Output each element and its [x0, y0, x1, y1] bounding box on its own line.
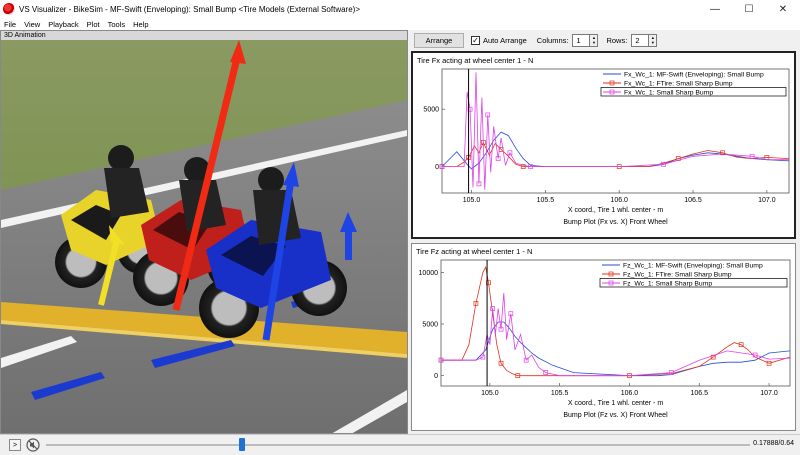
- menu-view[interactable]: View: [24, 20, 40, 29]
- menu-tools[interactable]: Tools: [108, 20, 126, 29]
- animation-scene[interactable]: [1, 40, 407, 434]
- fz-y-tick-label: 0: [434, 373, 438, 380]
- columns-label: Columns:: [536, 35, 569, 45]
- menu-plot[interactable]: Plot: [87, 20, 100, 29]
- menu-help[interactable]: Help: [133, 20, 148, 29]
- auto-arrange-checkbox[interactable]: ✓: [471, 35, 480, 45]
- fz-legend-entry-2[interactable]: Fz_Wc_1: FTire: Small Sharp Bump: [623, 272, 732, 279]
- fx-legend-entry-2[interactable]: Fx_Wc_1: FTire: Small Sharp Bump: [624, 81, 733, 88]
- fx-y-tick-label: 0: [435, 164, 439, 171]
- play-button[interactable]: >: [9, 439, 21, 451]
- columns-spinner[interactable]: 1 ▲ ▼: [572, 33, 599, 47]
- fx-plot-panel[interactable]: Tire Fx acting at wheel center 1 - N 105…: [411, 51, 796, 239]
- playback-slider-thumb[interactable]: [239, 438, 246, 451]
- animation-pane[interactable]: 3D Animation: [0, 30, 408, 434]
- fx-x-tick-label: 105.5: [537, 197, 555, 204]
- rows-spinner[interactable]: 2 ▲ ▼: [631, 33, 658, 47]
- window-title: VS Visualizer - BikeSim - MF-Swift (Enve…: [19, 4, 360, 14]
- columns-spin-arrows-icon[interactable]: ▲ ▼: [589, 33, 599, 47]
- fz-plot-area[interactable]: [440, 259, 791, 387]
- fx-x-tick-label: 107.0: [758, 197, 776, 204]
- fz-x-tick-label: 105.0: [481, 390, 499, 397]
- app-window: VS Visualizer - BikeSim - MF-Swift (Enve…: [0, 0, 800, 455]
- fx-x-axis-label: X coord., Tire 1 whl. center - m: [568, 207, 663, 214]
- fx-y-tick-label: 5000: [423, 107, 439, 114]
- auto-arrange-label: Auto Arrange: [483, 35, 527, 45]
- fz-x-tick-label: 105.5: [551, 390, 569, 397]
- rows-value: 2: [635, 35, 640, 45]
- plot-toolbar: Arrange ✓ Auto Arrange Columns: 1 ▲ ▼ Rows…: [411, 31, 800, 49]
- columns-value: 1: [576, 35, 581, 45]
- fx-legend-entry-1[interactable]: Fx_Wc_1: MF-Swift (Enveloping): Small Bu…: [624, 72, 764, 79]
- title-bar: VS Visualizer - BikeSim - MF-Swift (Enve…: [0, 0, 800, 18]
- fx-legend-entry-3[interactable]: Fx_Wc_1: Small Sharp Bump: [624, 90, 713, 97]
- fz-legend-entry-1[interactable]: Fz_Wc_1: MF-Swift (Enveloping): Small Bu…: [623, 263, 763, 270]
- fz-y-tick-label: 5000: [422, 322, 438, 329]
- fz-plot-svg[interactable]: 105.0 105.5 106.0 106.5 107.0 0 5000 10000 Fz_Wc…: [412, 244, 795, 430]
- fz-x-axis-label: X coord., Tire 1 whl. center - m: [568, 400, 663, 407]
- fz-x-tick-label: 107.0: [760, 390, 778, 397]
- fx-plot-caption: Bump Plot (Fx vs. X) Front Wheel: [563, 219, 668, 226]
- window-controls: — ☐ ✕: [698, 0, 800, 18]
- mute-icon[interactable]: [26, 438, 40, 452]
- fz-x-tick-label: 106.0: [621, 390, 639, 397]
- fx-x-tick-label: 105.0: [463, 197, 481, 204]
- fx-plot-svg[interactable]: 105.0 105.5 106.0 106.5 107.0 0 5000 Fx_Wc_1: M…: [413, 53, 794, 237]
- fz-plot-caption: Bump Plot (Fz vs. X) Front Wheel: [563, 412, 668, 419]
- fz-plot-panel[interactable]: Tire Fz acting at wheel center 1 - N 105…: [411, 243, 796, 431]
- menu-playback[interactable]: Playback: [48, 20, 78, 29]
- app-logo-icon: [3, 3, 15, 15]
- close-button[interactable]: ✕: [766, 0, 800, 18]
- fx-x-tick-label: 106.0: [610, 197, 628, 204]
- playback-slider-track[interactable]: [46, 444, 750, 446]
- rows-spin-arrows-icon[interactable]: ▲ ▼: [648, 33, 658, 47]
- minimize-button[interactable]: —: [698, 0, 732, 18]
- animation-pane-label: 3D Animation: [1, 31, 407, 40]
- playback-bar: > 0.17888/0.64: [0, 434, 800, 455]
- fz-legend-entry-3[interactable]: Fz_Wc_1: Small Sharp Bump: [623, 281, 712, 288]
- menu-bar: File View Playback Plot Tools Help: [0, 18, 800, 30]
- maximize-button[interactable]: ☐: [732, 0, 766, 18]
- time-readout: 0.17888/0.64: [753, 440, 794, 447]
- arrange-button[interactable]: Arrange: [414, 32, 464, 48]
- fx-x-tick-label: 106.5: [684, 197, 702, 204]
- rows-label: Rows:: [606, 35, 628, 45]
- fz-x-tick-label: 106.5: [690, 390, 708, 397]
- fz-y-tick-label: 10000: [419, 270, 439, 277]
- menu-file[interactable]: File: [4, 20, 16, 29]
